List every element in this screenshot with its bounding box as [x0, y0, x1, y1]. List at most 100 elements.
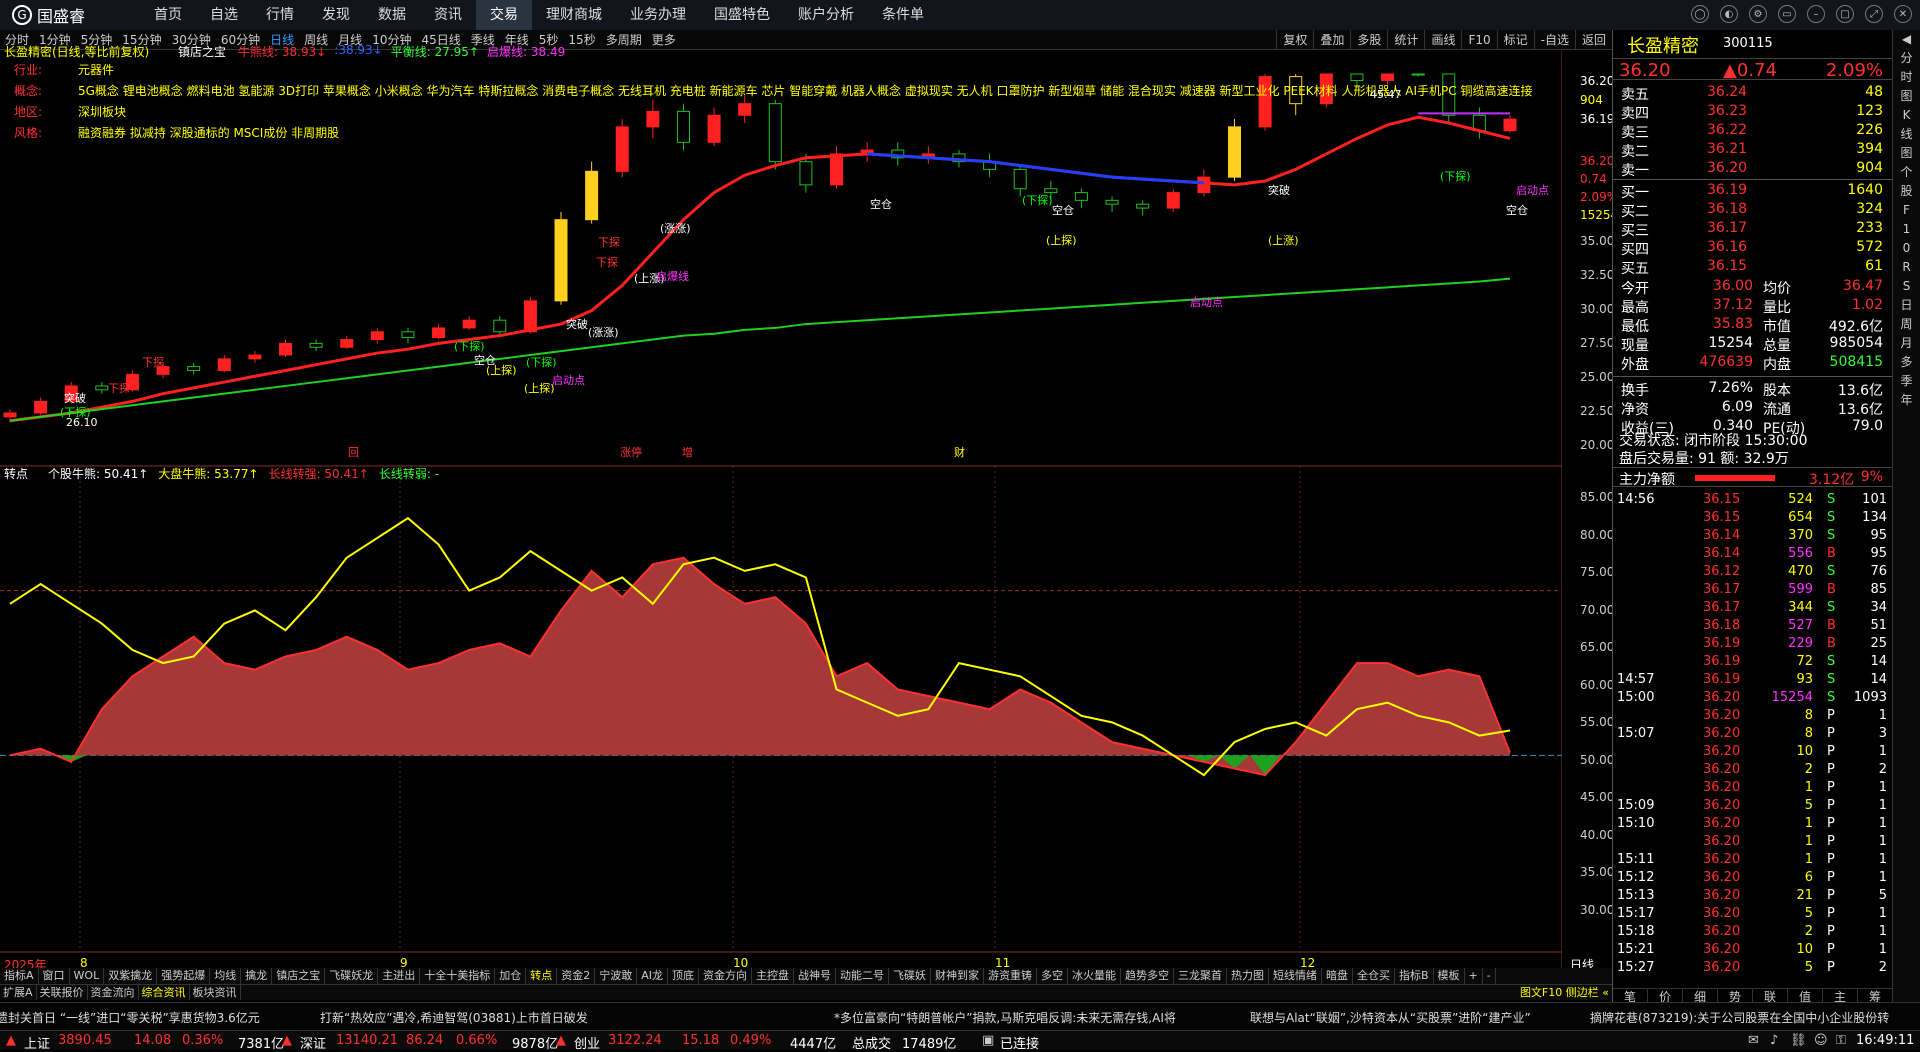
- indicator-tab-17[interactable]: 资金方向: [699, 968, 752, 984]
- side-tab-17[interactable]: 季: [1893, 372, 1920, 391]
- indicator-tab-22[interactable]: 财神到家: [931, 968, 984, 984]
- indicator-tab-9[interactable]: 主进出: [378, 968, 421, 984]
- ask-row-4[interactable]: 卖一 36.20 904: [1613, 160, 1893, 179]
- period-tab-15[interactable]: 多周期: [601, 30, 647, 50]
- bid-row-2[interactable]: 买三 36.17 233: [1613, 220, 1893, 239]
- sh-label[interactable]: 上证: [24, 1033, 50, 1052]
- menu-item-11[interactable]: 条件单: [868, 0, 938, 30]
- side-tab-14[interactable]: 周: [1893, 315, 1920, 334]
- indicator-tab-5[interactable]: 均线: [210, 968, 242, 984]
- menu-item-10[interactable]: 账户分析: [784, 0, 868, 30]
- news-item-2[interactable]: *多位富豪向“特朗普帐户”捐款,马斯克唱反调:未来无需存钱,AI将: [834, 1009, 1176, 1026]
- indicator-tab-34[interactable]: +: [1465, 968, 1483, 984]
- indicator-tab-24[interactable]: 多空: [1037, 968, 1068, 984]
- period-tab-16[interactable]: 更多: [647, 30, 681, 50]
- news-ticker[interactable]: 遗封关首日 “一线”进口“零关税”享惠货物3.6亿元 打新“热效应”遇冷,希迪智驾…: [0, 1002, 1920, 1030]
- cy-label[interactable]: 创业: [574, 1033, 600, 1052]
- indicator-tab-6[interactable]: 擒龙: [241, 968, 273, 984]
- menu-item-1[interactable]: 自选: [196, 0, 252, 30]
- indicator-tab-0[interactable]: 指标A: [0, 968, 39, 984]
- sub-tab-1[interactable]: 关联报价: [37, 985, 88, 1000]
- indicator-tab-8[interactable]: 飞碟妖龙: [325, 968, 379, 984]
- indicator-tab-2[interactable]: WOL: [70, 968, 105, 984]
- ask-row-2[interactable]: 卖三 36.22 226: [1613, 122, 1893, 141]
- indicator-tab-23[interactable]: 游资重铸: [984, 968, 1037, 984]
- indicator-tab-18[interactable]: 主控盘: [752, 968, 794, 984]
- restore-icon[interactable]: ▭: [1778, 5, 1796, 23]
- toolbar-button-0[interactable]: 复权: [1276, 29, 1313, 50]
- period-tab-14[interactable]: 15秒: [563, 30, 600, 50]
- indicator-tab-10[interactable]: 十全十美指标: [420, 968, 496, 984]
- side-tab-12[interactable]: S: [1893, 277, 1920, 296]
- menu-item-8[interactable]: 业务办理: [616, 0, 700, 30]
- indicator-tab-33[interactable]: 模板: [1434, 968, 1465, 984]
- indicator-tab-21[interactable]: 飞碟妖: [889, 968, 931, 984]
- chart-area[interactable]: 长盈精密(日线,等比前复权) 镇店之宝 牛熊线: 38.93↓:38.93↓ 平衡…: [0, 43, 1618, 972]
- indicator-tab-19[interactable]: 战神号: [794, 968, 836, 984]
- maximize-icon[interactable]: □: [1836, 5, 1854, 23]
- side-tab-4[interactable]: 线: [1893, 125, 1920, 144]
- indicator-tab-27[interactable]: 三龙聚首: [1174, 968, 1227, 984]
- indicator-tab-13[interactable]: 资金2: [557, 968, 596, 984]
- message-icon[interactable]: ◯: [1691, 5, 1709, 23]
- toolbar-button-2[interactable]: 多股: [1350, 29, 1387, 50]
- menu-item-0[interactable]: 首页: [140, 0, 196, 30]
- side-tab-15[interactable]: 月: [1893, 334, 1920, 353]
- indicator-tab-32[interactable]: 指标B: [1395, 968, 1434, 984]
- menu-item-6[interactable]: 交易: [476, 0, 532, 30]
- sub-tab-4[interactable]: 板块资讯: [190, 985, 241, 1000]
- close-icon[interactable]: ✕: [1894, 5, 1912, 23]
- toolbar-button-3[interactable]: 统计: [1387, 29, 1424, 50]
- side-tab-1[interactable]: 时: [1893, 68, 1920, 87]
- indicator-tab-25[interactable]: 冰火量能: [1068, 968, 1121, 984]
- news-item-4[interactable]: 摘牌花巷(873219):关于公司股票在全国中小企业股份转: [1590, 1009, 1889, 1026]
- side-tab-18[interactable]: 年: [1893, 391, 1920, 410]
- news-item-1[interactable]: 打新“热效应”遇冷,希迪智驾(03881)上市首日破发: [320, 1009, 588, 1026]
- indicator-tab-16[interactable]: 顶底: [668, 968, 699, 984]
- indicator-tab-29[interactable]: 短线情绪: [1269, 968, 1322, 984]
- side-tab-6[interactable]: 个: [1893, 163, 1920, 182]
- bid-row-4[interactable]: 买五 36.15 61: [1613, 258, 1893, 277]
- link-icon[interactable]: ⛓: [1790, 1033, 1807, 1048]
- side-tab-13[interactable]: 日: [1893, 296, 1920, 315]
- fullscreen-icon[interactable]: ⤢: [1865, 5, 1883, 23]
- bid-row-1[interactable]: 买二 36.18 324: [1613, 201, 1893, 220]
- tick-list[interactable]: 14:56 36.15 524 S 101 36.15 654 S 134 36.14 370 S 95…: [1613, 492, 1893, 988]
- indicator-tab-28[interactable]: 热力图: [1227, 968, 1269, 984]
- bid-row-0[interactable]: 买一 36.19 1640: [1613, 182, 1893, 201]
- chart-canvas[interactable]: [0, 50, 1562, 968]
- sidebar-toggle[interactable]: 图文F10 侧边栏 «: [1517, 985, 1612, 1000]
- menu-item-5[interactable]: 资讯: [420, 0, 476, 30]
- indicator-tab-11[interactable]: 加仓: [495, 968, 527, 984]
- side-tab-5[interactable]: 图: [1893, 144, 1920, 163]
- side-tab-2[interactable]: 图: [1893, 87, 1920, 106]
- ask-row-3[interactable]: 卖二 36.21 394: [1613, 141, 1893, 160]
- ask-row-0[interactable]: 卖五 36.24 48: [1613, 84, 1893, 103]
- side-tab-8[interactable]: F: [1893, 201, 1920, 220]
- indicator-tab-7[interactable]: 镇店之宝: [272, 968, 326, 984]
- sub-tab-0[interactable]: 扩展A: [0, 985, 37, 1000]
- indicator-tab-20[interactable]: 动能二号: [836, 968, 889, 984]
- lock-icon[interactable]: ⚿: [1836, 1033, 1846, 1048]
- sub-tab-3[interactable]: 综合资讯: [139, 985, 190, 1000]
- menu-item-7[interactable]: 理财商城: [532, 0, 616, 30]
- side-tab-0[interactable]: 分: [1893, 49, 1920, 68]
- indicator-tab-12[interactable]: 转点: [526, 968, 558, 984]
- skin-icon[interactable]: ◐: [1720, 5, 1738, 23]
- side-tab-7[interactable]: 股: [1893, 182, 1920, 201]
- toolbar-button-4[interactable]: 画线: [1424, 29, 1461, 50]
- side-tab-10[interactable]: 0: [1893, 239, 1920, 258]
- user-icon[interactable]: ☺: [1814, 1033, 1828, 1048]
- indicator-tab-35[interactable]: -: [1483, 968, 1496, 984]
- indicator-tab-3[interactable]: 双紫擒龙: [104, 968, 158, 984]
- side-arrow-icon[interactable]: ◀: [1893, 30, 1920, 49]
- indicator-tab-30[interactable]: 暗盘: [1322, 968, 1353, 984]
- app-logo[interactable]: G 国盛睿: [0, 0, 140, 30]
- side-tab-11[interactable]: R: [1893, 258, 1920, 277]
- news-item-3[interactable]: 联想与Alat“联姻”,沙特资本从“买股票”进阶“建产业”: [1250, 1009, 1531, 1026]
- menu-item-9[interactable]: 国盛特色: [700, 0, 784, 30]
- menu-item-2[interactable]: 行情: [252, 0, 308, 30]
- news-item-0[interactable]: 遗封关首日 “一线”进口“零关税”享惠货物3.6亿元: [0, 1009, 260, 1026]
- bid-row-3[interactable]: 买四 36.16 572: [1613, 239, 1893, 258]
- toolbar-button-8[interactable]: 返回: [1574, 29, 1612, 50]
